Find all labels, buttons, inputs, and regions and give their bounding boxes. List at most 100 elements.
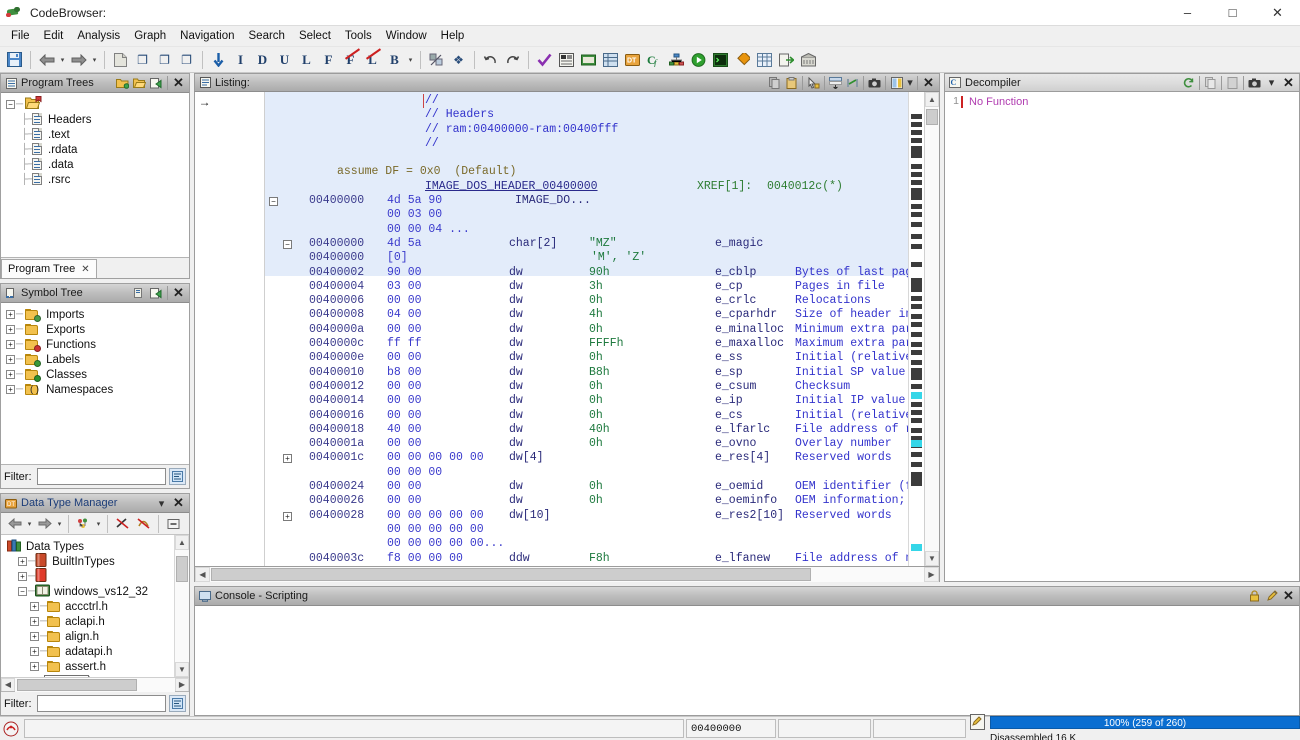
memory-map-icon[interactable]: [556, 49, 577, 70]
program-tree-root[interactable]: −─: [5, 97, 187, 112]
menu-analysis[interactable]: Analysis: [70, 28, 127, 44]
dtm-hscroll-thumb[interactable]: [17, 679, 137, 691]
expander-toggle[interactable]: −: [17, 586, 28, 597]
listing-row[interactable]: 0040000cff ffdwFFFFhe_maxallocMaximum ex…: [265, 337, 908, 351]
listing-row[interactable]: 0040000804 00dw4he_cparhdrSize of header…: [265, 308, 908, 322]
symbol-tree-node-namespaces[interactable]: +─()Namespaces: [5, 382, 187, 397]
paste-icon[interactable]: [783, 74, 800, 91]
console-output[interactable]: [195, 606, 1299, 715]
expander-toggle[interactable]: +: [5, 384, 16, 395]
listing-rows[interactable]: //// Headers// ram:00400000-ram:00400fff…: [265, 92, 908, 566]
decompiler-close-icon[interactable]: ✕: [1280, 74, 1297, 91]
marker-tick[interactable]: [911, 278, 922, 292]
back-dropdown-icon[interactable]: ▾: [25, 513, 34, 534]
menu-file[interactable]: File: [4, 28, 37, 44]
marker-tick[interactable]: [911, 296, 922, 301]
dtm-horizontal-scrollbar[interactable]: ◀ ▶: [1, 677, 189, 691]
marker-tick[interactable]: [911, 262, 922, 267]
listing-options-dropdown-icon[interactable]: ▾: [905, 74, 915, 91]
marker-tick[interactable]: [911, 384, 922, 389]
analyze-check-icon[interactable]: [534, 49, 555, 70]
snapshot-listing-2-icon[interactable]: ❐: [132, 49, 153, 70]
listing-row[interactable]: [265, 151, 908, 165]
run-script-icon[interactable]: [688, 49, 709, 70]
forward-dropdown-icon[interactable]: ▾: [55, 513, 64, 534]
marker-bookmark[interactable]: [911, 440, 922, 447]
symbol-tree-filter-options-icon[interactable]: [169, 468, 186, 485]
no-pointers-icon[interactable]: [112, 513, 133, 534]
data-types-root[interactable]: Data Types: [5, 539, 172, 554]
listing-scroll-thumb[interactable]: [926, 109, 938, 125]
marker-tick[interactable]: [911, 332, 922, 337]
marker-tick[interactable]: [911, 146, 922, 158]
menu-tools[interactable]: Tools: [338, 28, 379, 44]
marker-tick[interactable]: [911, 418, 922, 423]
redo-icon[interactable]: [502, 49, 523, 70]
marker-tick[interactable]: [911, 322, 922, 327]
lock-icon[interactable]: [1246, 588, 1263, 605]
symbol-tree-node-classes[interactable]: +─Classes: [5, 367, 187, 382]
listing-row[interactable]: // Headers: [265, 108, 908, 122]
marker-tick[interactable]: [911, 222, 922, 227]
save-icon[interactable]: [4, 49, 25, 70]
listing-scroll-right-button[interactable]: ▶: [924, 567, 939, 582]
symbol-tree-filter-input[interactable]: [37, 468, 167, 485]
filter-types-icon[interactable]: [73, 513, 94, 534]
listing-vertical-scrollbar[interactable]: ▲ ▼: [924, 92, 939, 566]
select-block-2-icon[interactable]: ❖: [448, 49, 469, 70]
create-folder-icon[interactable]: [114, 75, 131, 92]
archive-icon[interactable]: [798, 49, 819, 70]
expander-toggle[interactable]: +: [17, 571, 28, 582]
marker-tick[interactable]: [911, 212, 922, 217]
go-to-icon[interactable]: [148, 75, 165, 92]
snapshot-listing-3-icon[interactable]: ❐: [154, 49, 175, 70]
dtm-scroll-left-button[interactable]: ◀: [1, 678, 15, 692]
function-marker-icon[interactable]: F: [318, 49, 339, 70]
listing-hscroll-thumb[interactable]: [211, 568, 811, 581]
maximize-button[interactable]: □: [1210, 0, 1255, 26]
create-symbol-icon[interactable]: [131, 285, 148, 302]
expander-toggle[interactable]: +: [5, 339, 16, 350]
select-block-icon[interactable]: [426, 49, 447, 70]
marker-tick[interactable]: [911, 164, 922, 169]
program-tree[interactable]: −─├─Headers├─.text├─.rdata├─.data├─.rsrc: [1, 93, 189, 189]
expander-toggle[interactable]: +: [29, 661, 40, 672]
program-tree-node-data[interactable]: ├─.data: [5, 157, 187, 172]
listing-scroll-track[interactable]: [925, 107, 939, 551]
label-marker-icon[interactable]: L: [296, 49, 317, 70]
marker-tick[interactable]: [911, 428, 922, 433]
non-label-marker-icon[interactable]: L: [362, 49, 383, 70]
expander-toggle[interactable]: +: [29, 601, 40, 612]
filter-dropdown-icon[interactable]: ▾: [94, 513, 103, 534]
data-type-node-assert-h[interactable]: +─assert.h: [5, 659, 172, 674]
listing-row[interactable]: 00 00 00 00 00...: [265, 537, 908, 551]
program-tree-node-headers[interactable]: ├─Headers: [5, 112, 187, 127]
forward-arrow-icon[interactable]: [34, 513, 55, 534]
function-graph-icon[interactable]: Cf: [644, 49, 665, 70]
expander-toggle[interactable]: +: [29, 616, 40, 627]
data-type-node-windows-vs12-32[interactable]: −─windows_vs12_32: [5, 584, 172, 599]
listing-row[interactable]: 0040000600 00dw0he_crlcRelocations: [265, 294, 908, 308]
console-icon[interactable]: [710, 49, 731, 70]
menu-edit[interactable]: Edit: [37, 28, 71, 44]
expander-toggle[interactable]: +: [29, 646, 40, 657]
data-type-node-builtintypes[interactable]: +─BuiltInTypes: [5, 554, 172, 569]
dtm-hscroll-track[interactable]: [15, 678, 175, 692]
program-tree-node-rsrc[interactable]: ├─.rsrc: [5, 172, 187, 187]
marker-tick[interactable]: [911, 122, 922, 127]
listing-row[interactable]: //: [265, 137, 908, 151]
listing-row[interactable]: 0040001200 00dw0he_csumChecksum: [265, 380, 908, 394]
listing-expander[interactable]: −: [269, 197, 278, 206]
symbol-tree-node-imports[interactable]: +─Imports: [5, 307, 187, 322]
collapse-all-icon[interactable]: [163, 513, 184, 534]
close-button[interactable]: ✕: [1255, 0, 1300, 26]
snapshot-listing-4-icon[interactable]: ❐: [176, 49, 197, 70]
refresh-icon[interactable]: [1180, 74, 1197, 91]
listing-expander[interactable]: +: [283, 512, 292, 521]
dtm-scroll-up-button[interactable]: ▲: [175, 535, 189, 550]
expander-toggle[interactable]: −: [5, 99, 16, 110]
marker-tick[interactable]: [911, 172, 922, 177]
menu-dropdown-icon[interactable]: ▾: [153, 495, 170, 512]
marker-bookmark[interactable]: [911, 544, 922, 551]
listing-row[interactable]: 0040002400 00dw0he_oemidOEM identifier (…: [265, 480, 908, 494]
